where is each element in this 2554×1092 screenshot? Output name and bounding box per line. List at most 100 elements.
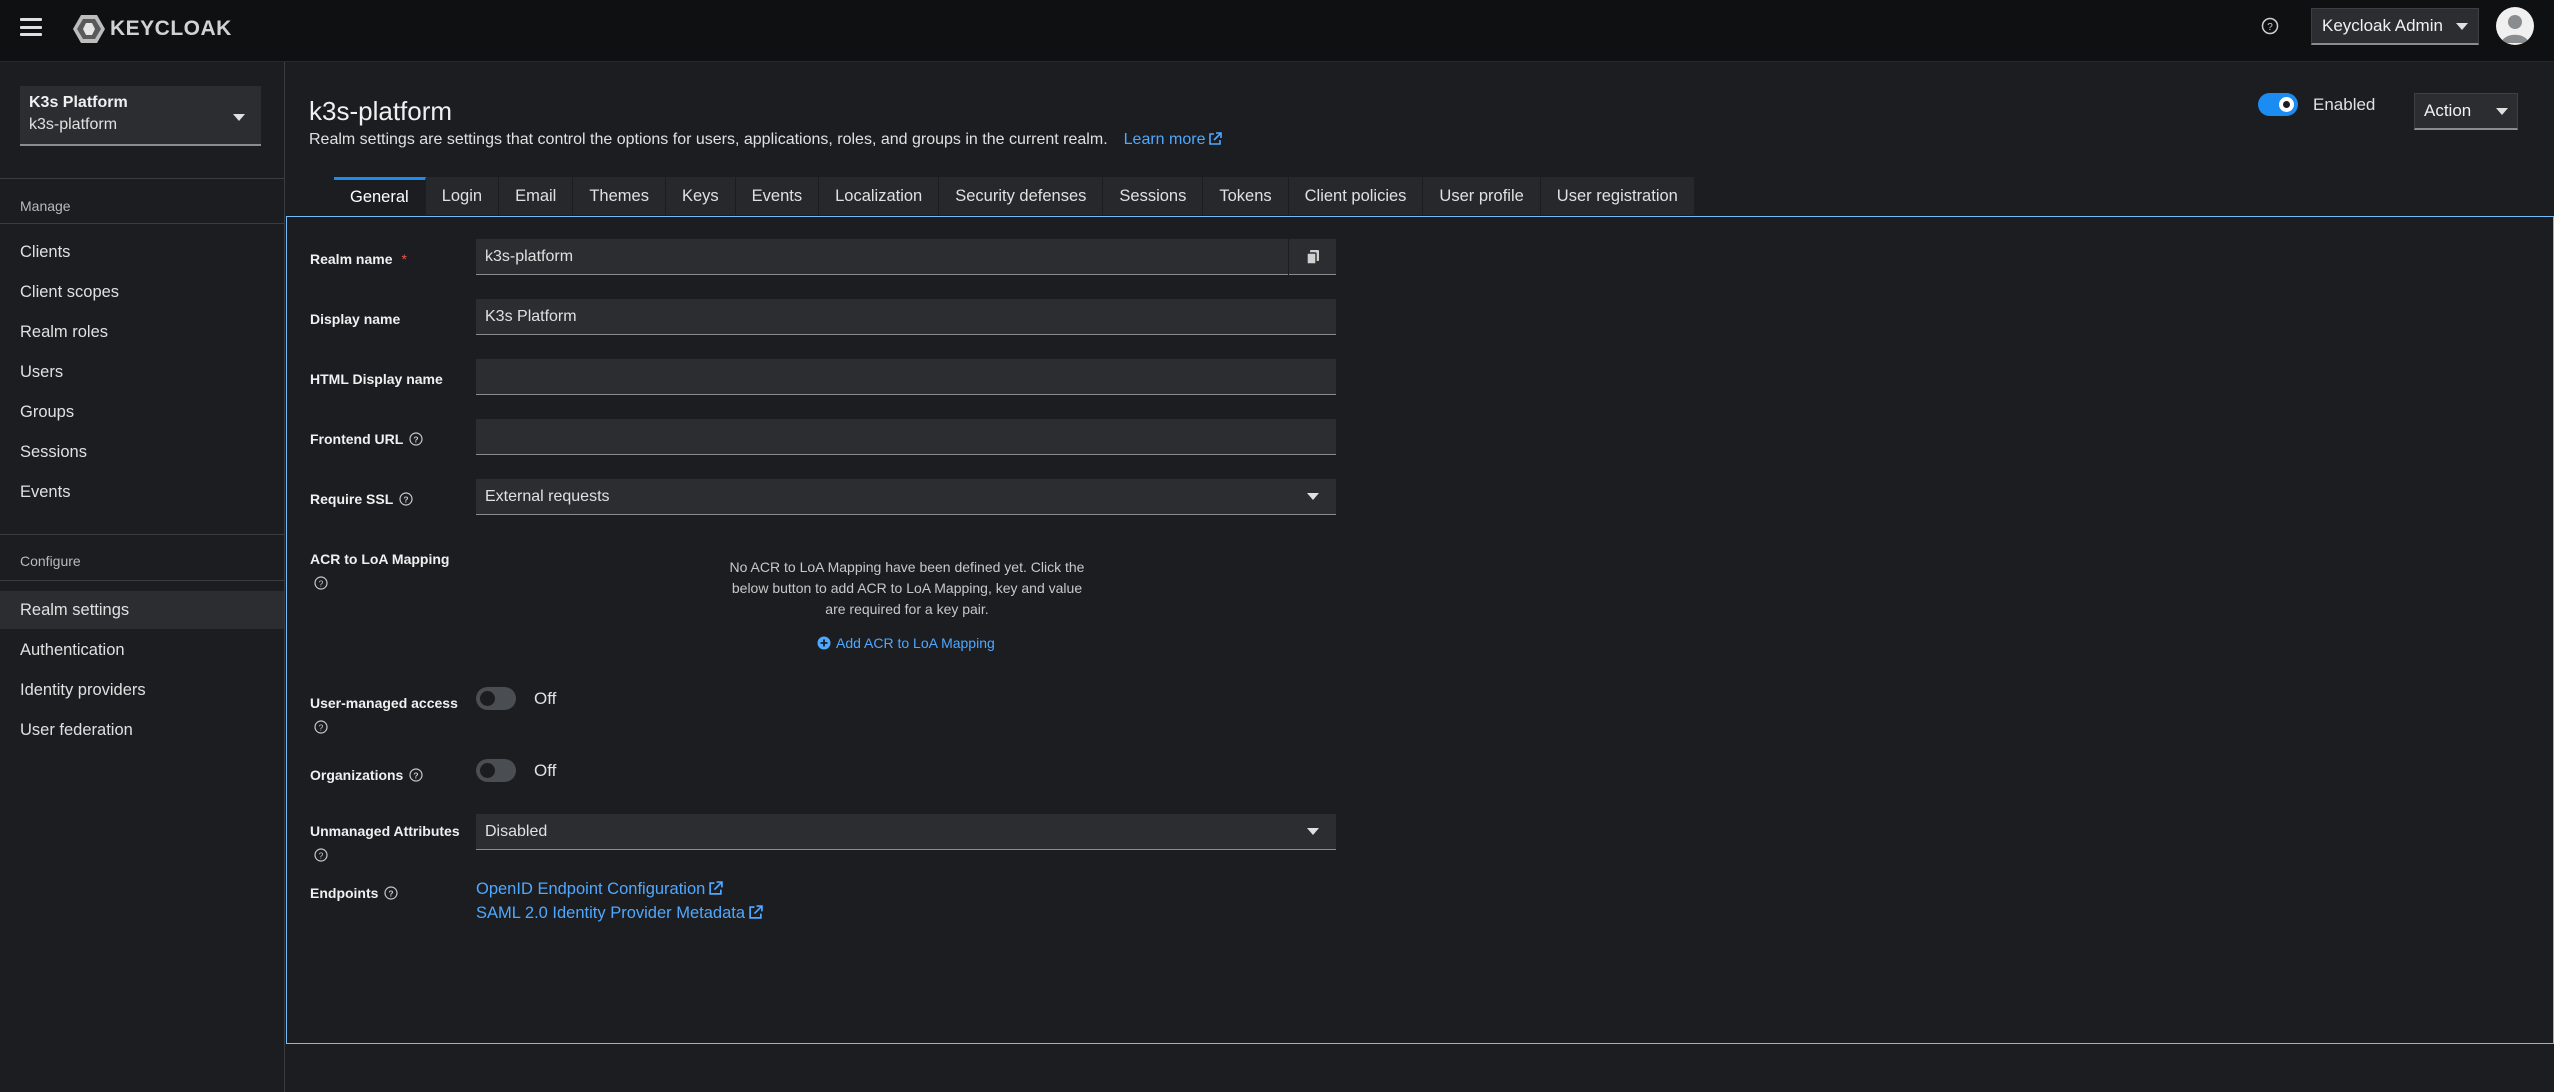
general-form-panel: Realm name * k3s-platform Display name K3… <box>286 216 2554 1044</box>
action-label: Action <box>2424 101 2472 120</box>
masthead: KEYCLOAK ? Keycloak Admin <box>0 0 2554 62</box>
require-ssl-label-text: Require SSL <box>310 491 394 507</box>
sidebar-item-realm-settings[interactable]: Realm settings <box>0 591 284 629</box>
action-dropdown[interactable]: Action <box>2414 93 2518 130</box>
section-configure: Configure <box>20 553 81 569</box>
acr-loa-label: ACR to LoA Mapping <box>310 551 450 567</box>
help-icon[interactable]: ? <box>2261 17 2279 35</box>
tab-general[interactable]: General <box>334 177 426 215</box>
realm-name-input[interactable]: k3s-platform <box>476 239 1336 275</box>
avatar-icon[interactable] <box>2496 7 2534 45</box>
tab-user-registration[interactable]: User registration <box>1541 177 1695 215</box>
help-icon[interactable]: ? <box>314 576 328 590</box>
saml-metadata-label: SAML 2.0 Identity Provider Metadata <box>476 904 746 922</box>
learn-more-link[interactable]: Learn more <box>1124 131 1223 149</box>
required-indicator: * <box>401 251 407 267</box>
realm-name-value: k3s-platform <box>485 247 574 265</box>
user-menu-label: Keycloak Admin <box>2322 16 2443 35</box>
uma-toggle[interactable] <box>476 687 516 710</box>
chevron-down-icon <box>1307 493 1319 500</box>
unmanaged-attributes-label: Unmanaged Attributes <box>310 823 460 839</box>
help-icon[interactable]: ? <box>384 886 399 900</box>
require-ssl-label: Require SSL ? <box>310 489 413 509</box>
svg-text:?: ? <box>319 851 324 861</box>
tab-user-profile[interactable]: User profile <box>1423 177 1541 215</box>
display-name-label: Display name <box>310 311 401 327</box>
sidebar-item-users[interactable]: Users <box>0 353 284 391</box>
realm-name-label-text: Realm name <box>310 251 393 267</box>
sidebar-item-groups[interactable]: Groups <box>0 393 284 431</box>
enabled-switch[interactable]: Enabled <box>2258 93 2375 116</box>
svg-text:?: ? <box>414 771 419 781</box>
tab-email[interactable]: Email <box>499 177 574 215</box>
sidebar-item-client-scopes[interactable]: Client scopes <box>0 273 284 311</box>
svg-text:?: ? <box>2267 22 2273 33</box>
saml-metadata-link[interactable]: SAML 2.0 Identity Provider Metadata <box>476 901 763 925</box>
uma-switch[interactable]: Off <box>476 687 556 710</box>
require-ssl-select[interactable]: External requests <box>476 479 1336 515</box>
sidebar-item-authentication[interactable]: Authentication <box>0 631 284 669</box>
page-title: k3s-platform <box>309 96 453 126</box>
organizations-switch[interactable]: Off <box>476 759 556 782</box>
organizations-label: Organizations ? <box>310 765 423 785</box>
divider <box>0 534 285 535</box>
tab-keys[interactable]: Keys <box>666 177 736 215</box>
display-name-input[interactable]: K3s Platform <box>476 299 1336 335</box>
tab-themes[interactable]: Themes <box>573 177 666 215</box>
keycloak-logo-icon <box>73 15 105 43</box>
openid-endpoint-link[interactable]: OpenID Endpoint Configuration <box>476 877 763 901</box>
external-link-icon <box>709 881 724 895</box>
divider <box>0 223 285 224</box>
tab-client-policies[interactable]: Client policies <box>1289 177 1424 215</box>
sidebar-item-identity-providers[interactable]: Identity providers <box>0 671 284 709</box>
tab-localization[interactable]: Localization <box>819 177 940 215</box>
help-icon[interactable]: ? <box>409 432 423 446</box>
sidebar-item-realm-roles[interactable]: Realm roles <box>0 313 284 351</box>
logo-text: KEYCLOAK <box>110 17 232 40</box>
svg-text:?: ? <box>319 723 324 733</box>
uma-label: User-managed access <box>310 695 458 711</box>
add-acr-mapping-link[interactable]: Add ACR to LoA Mapping <box>817 635 995 651</box>
organizations-state: Off <box>534 760 557 780</box>
tab-events[interactable]: Events <box>736 177 820 215</box>
copy-button[interactable] <box>1288 239 1336 275</box>
sidebar-item-user-federation[interactable]: User federation <box>0 711 284 749</box>
keycloak-logo[interactable]: KEYCLOAK <box>72 14 232 44</box>
tab-security-defenses[interactable]: Security defenses <box>939 177 1104 215</box>
endpoints-list: OpenID Endpoint Configuration SAML 2.0 I… <box>476 877 763 925</box>
unmanaged-attributes-select[interactable]: Disabled <box>476 814 1336 850</box>
add-acr-mapping-label: Add ACR to LoA Mapping <box>836 635 995 651</box>
enabled-toggle[interactable] <box>2258 93 2298 116</box>
user-menu-dropdown[interactable]: Keycloak Admin <box>2311 8 2479 45</box>
help-icon[interactable]: ? <box>314 848 328 862</box>
copy-icon <box>1305 250 1319 265</box>
chevron-down-icon <box>233 114 245 121</box>
external-link-icon <box>1209 132 1223 145</box>
chevron-down-icon <box>2456 22 2468 30</box>
tab-login[interactable]: Login <box>426 177 500 215</box>
help-icon[interactable]: ? <box>399 492 413 506</box>
tab-tokens[interactable]: Tokens <box>1203 177 1289 215</box>
enabled-label: Enabled <box>2313 94 2376 114</box>
endpoints-label: Endpoints ? <box>310 883 399 903</box>
frontend-url-label-text: Frontend URL <box>310 431 404 447</box>
organizations-toggle[interactable] <box>476 759 516 782</box>
html-display-name-label: HTML Display name <box>310 371 443 387</box>
sidebar-item-events[interactable]: Events <box>0 473 284 511</box>
frontend-url-input[interactable] <box>476 419 1336 455</box>
description-text: Realm settings are settings that control… <box>309 131 1108 148</box>
sidebar-item-sessions[interactable]: Sessions <box>0 433 284 471</box>
hamburger-icon[interactable] <box>20 16 42 38</box>
page-description: Realm settings are settings that control… <box>309 131 1223 149</box>
html-display-name-input[interactable] <box>476 359 1336 395</box>
help-icon[interactable]: ? <box>314 720 328 734</box>
endpoints-label-text: Endpoints <box>310 885 379 901</box>
tab-sessions[interactable]: Sessions <box>1103 177 1204 215</box>
help-icon[interactable]: ? <box>409 768 423 782</box>
sidebar: K3s Platform k3s-platform Manage Clients… <box>0 62 285 1092</box>
realm-selector[interactable]: K3s Platform k3s-platform <box>20 86 261 146</box>
sidebar-item-clients[interactable]: Clients <box>0 233 284 271</box>
divider <box>0 580 285 581</box>
realm-settings-tabs: General Login Email Themes Keys Events L… <box>334 177 1695 215</box>
realm-display-name: K3s Platform <box>29 94 128 111</box>
